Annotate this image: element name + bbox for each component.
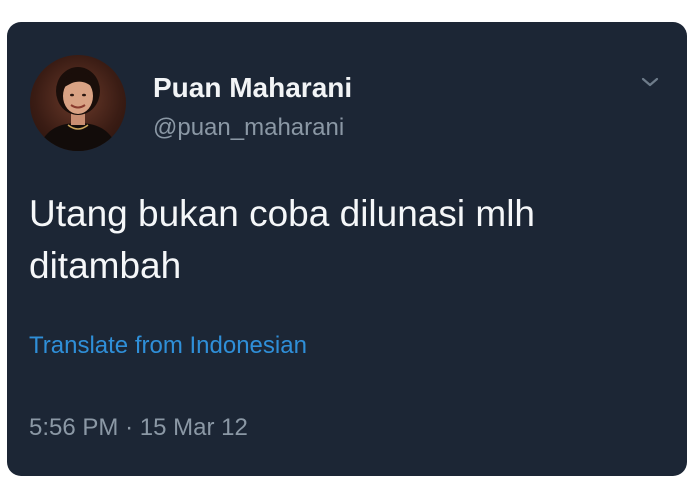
avatar[interactable] xyxy=(30,55,126,151)
tweet-card: Puan Maharani @puan_maharani Utang bukan… xyxy=(7,22,687,476)
translate-link[interactable]: Translate from Indonesian xyxy=(29,332,307,360)
tweet-timestamp[interactable]: 5:56 PM · 15 Mar 12 xyxy=(29,414,248,442)
tweet-date: 15 Mar 12 xyxy=(139,414,248,441)
meta-separator: · xyxy=(125,414,134,441)
chevron-down-icon xyxy=(641,77,659,87)
tweet-menu-button[interactable] xyxy=(637,69,663,95)
author-handle[interactable]: @puan_maharani xyxy=(153,114,344,142)
profile-photo-icon xyxy=(38,67,118,151)
tweet-time: 5:56 PM xyxy=(29,414,119,441)
author-name[interactable]: Puan Maharani xyxy=(153,72,352,104)
tweet-text: Utang bukan coba dilunasi mlh ditambah xyxy=(29,193,535,286)
